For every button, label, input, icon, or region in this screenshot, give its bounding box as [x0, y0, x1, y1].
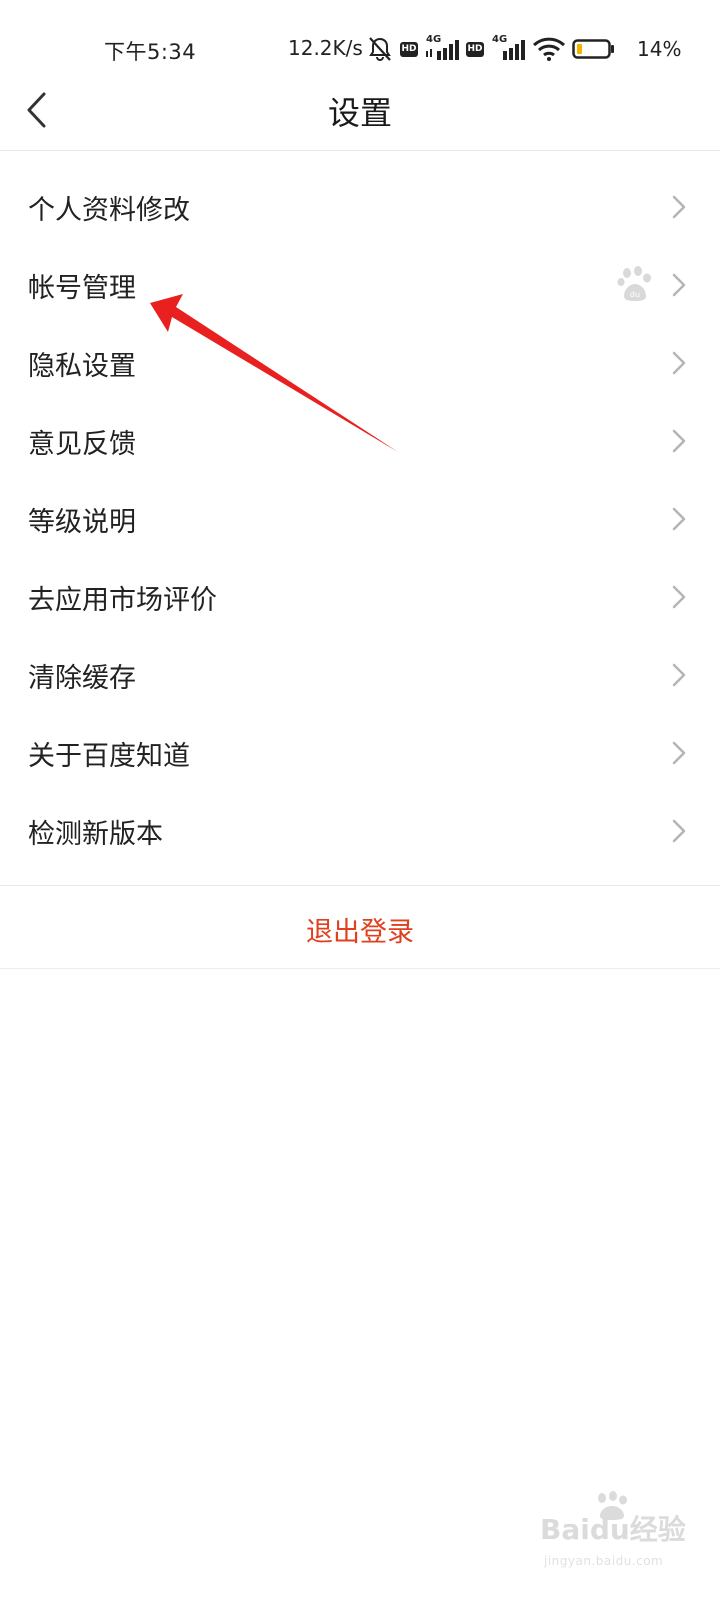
- section-divider-bottom: [0, 968, 720, 969]
- menu-item-clear-cache[interactable]: 清除缓存: [0, 636, 720, 714]
- battery-percent: 14%: [637, 37, 682, 61]
- signal-icon-2: 4G: [490, 34, 526, 62]
- menu-item-check-update[interactable]: 检测新版本: [0, 792, 720, 870]
- logout-label: 退出登录: [306, 917, 414, 948]
- chevron-right-icon: [672, 663, 686, 687]
- battery-icon: [572, 39, 614, 59]
- menu-item-label: 个人资料修改: [28, 195, 190, 226]
- menu-item-label: 清除缓存: [28, 663, 136, 694]
- menu-item-feedback[interactable]: 意见反馈: [0, 402, 720, 480]
- menu-item-label: 意见反馈: [28, 429, 136, 460]
- status-icons: HD 4G HD 4G: [366, 34, 622, 64]
- network-speed: 12.2K/s: [288, 36, 363, 60]
- menu-item-label: 检测新版本: [28, 819, 163, 850]
- watermark: Baidu经验 jingyan.baidu.com: [540, 1490, 710, 1580]
- watermark-text: Baidu经验: [540, 1513, 686, 1546]
- chevron-right-icon: [672, 351, 686, 375]
- header: 设置: [0, 70, 720, 151]
- chevron-right-icon: [672, 741, 686, 765]
- menu-item-label: 等级说明: [28, 507, 136, 538]
- watermark-url: jingyan.baidu.com: [544, 1554, 664, 1568]
- mute-bell-icon: [369, 37, 391, 61]
- chevron-right-icon: [672, 429, 686, 453]
- menu-item-profile-edit[interactable]: 个人资料修改: [0, 168, 720, 246]
- status-time: 下午5:34: [104, 40, 197, 64]
- menu-item-label: 关于百度知道: [28, 741, 190, 772]
- chevron-right-icon: [672, 507, 686, 531]
- menu-item-label: 隐私设置: [28, 351, 136, 382]
- menu-item-label: 帐号管理: [28, 273, 136, 304]
- chevron-right-icon: [672, 195, 686, 219]
- chevron-right-icon: [672, 273, 686, 297]
- baidu-paw-icon: du: [617, 266, 651, 301]
- menu-item-level-info[interactable]: 等级说明: [0, 480, 720, 558]
- menu-item-about[interactable]: 关于百度知道: [0, 714, 720, 792]
- chevron-right-icon: [672, 819, 686, 843]
- menu-item-rate-app[interactable]: 去应用市场评价: [0, 558, 720, 636]
- hd-badge: HD: [400, 41, 418, 57]
- page-title: 设置: [327, 94, 392, 132]
- chevron-right-icon: [672, 585, 686, 609]
- menu-item-label: 去应用市场评价: [28, 585, 217, 616]
- settings-menu: 个人资料修改 帐号管理 du 隐私设置 意见反馈 等级说明 去应用市场评价 清除…: [0, 150, 720, 852]
- hd-badge-2: HD: [466, 41, 484, 57]
- signal-icon: 4G: [424, 34, 460, 62]
- wifi-icon: [532, 37, 566, 61]
- menu-item-privacy-settings[interactable]: 隐私设置: [0, 324, 720, 402]
- svg-text:du: du: [630, 290, 640, 299]
- menu-item-account-management[interactable]: 帐号管理 du: [0, 246, 720, 324]
- logout-button[interactable]: 退出登录: [0, 886, 720, 968]
